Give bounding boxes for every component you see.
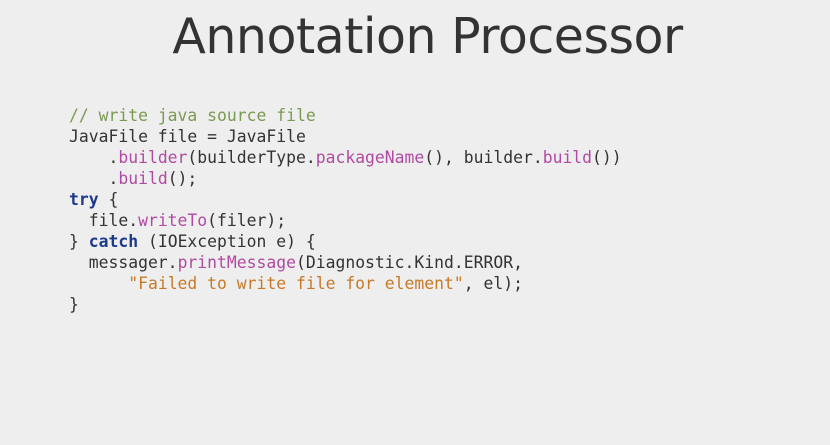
code-token-plain: } (69, 295, 79, 314)
code-token-plain: (), builder. (424, 148, 543, 167)
code-line: try { (69, 189, 622, 210)
code-line: messager.printMessage(Diagnostic.Kind.ER… (69, 252, 622, 273)
code-line: } (69, 294, 622, 315)
code-line: "Failed to write file for element", el); (69, 273, 622, 294)
code-token-plain: (builderType. (187, 148, 316, 167)
code-token-plain: file. (69, 211, 139, 230)
code-line: .builder(builderType.packageName(), buil… (69, 147, 622, 168)
code-token-plain: . (69, 169, 119, 188)
code-token-plain: ()) (592, 148, 622, 167)
slide: Annotation Processor // write java sourc… (0, 0, 830, 445)
code-token-plain: (filer); (207, 211, 287, 230)
slide-title: Annotation Processor (172, 8, 683, 65)
code-line: } catch (IOException e) { (69, 231, 622, 252)
code-token-keyword: try (69, 190, 99, 209)
code-token-method: printMessage (177, 253, 296, 272)
code-token-plain: , el); (463, 274, 523, 293)
code-token-plain: messager. (69, 253, 178, 272)
code-token-method: packageName (315, 148, 425, 167)
code-token-plain: { (98, 190, 119, 209)
code-token-plain: } (69, 232, 89, 251)
code-token-plain: . (69, 148, 119, 167)
code-token-plain: JavaFile file = JavaFile (69, 127, 306, 146)
code-token-keyword: catch (88, 232, 139, 251)
code-token-method: build (542, 148, 593, 167)
code-line: file.writeTo(filer); (69, 210, 622, 231)
code-token-comment: // write java source file (69, 106, 316, 125)
code-token-method: writeTo (138, 211, 208, 230)
code-line: JavaFile file = JavaFile (69, 126, 622, 147)
code-token-plain: (IOException e) { (138, 232, 316, 251)
code-token-string: "Failed to write file for element" (128, 274, 464, 293)
code-token-method: builder (118, 148, 188, 167)
code-block: // write java source file JavaFile file =… (69, 105, 622, 315)
code-token-method: build (118, 169, 168, 188)
code-line: .build(); (69, 168, 622, 189)
code-token-plain: (); (167, 169, 198, 188)
code-line: // write java source file (69, 105, 622, 126)
code-token-plain: (Diagnostic.Kind.ERROR, (295, 253, 523, 272)
